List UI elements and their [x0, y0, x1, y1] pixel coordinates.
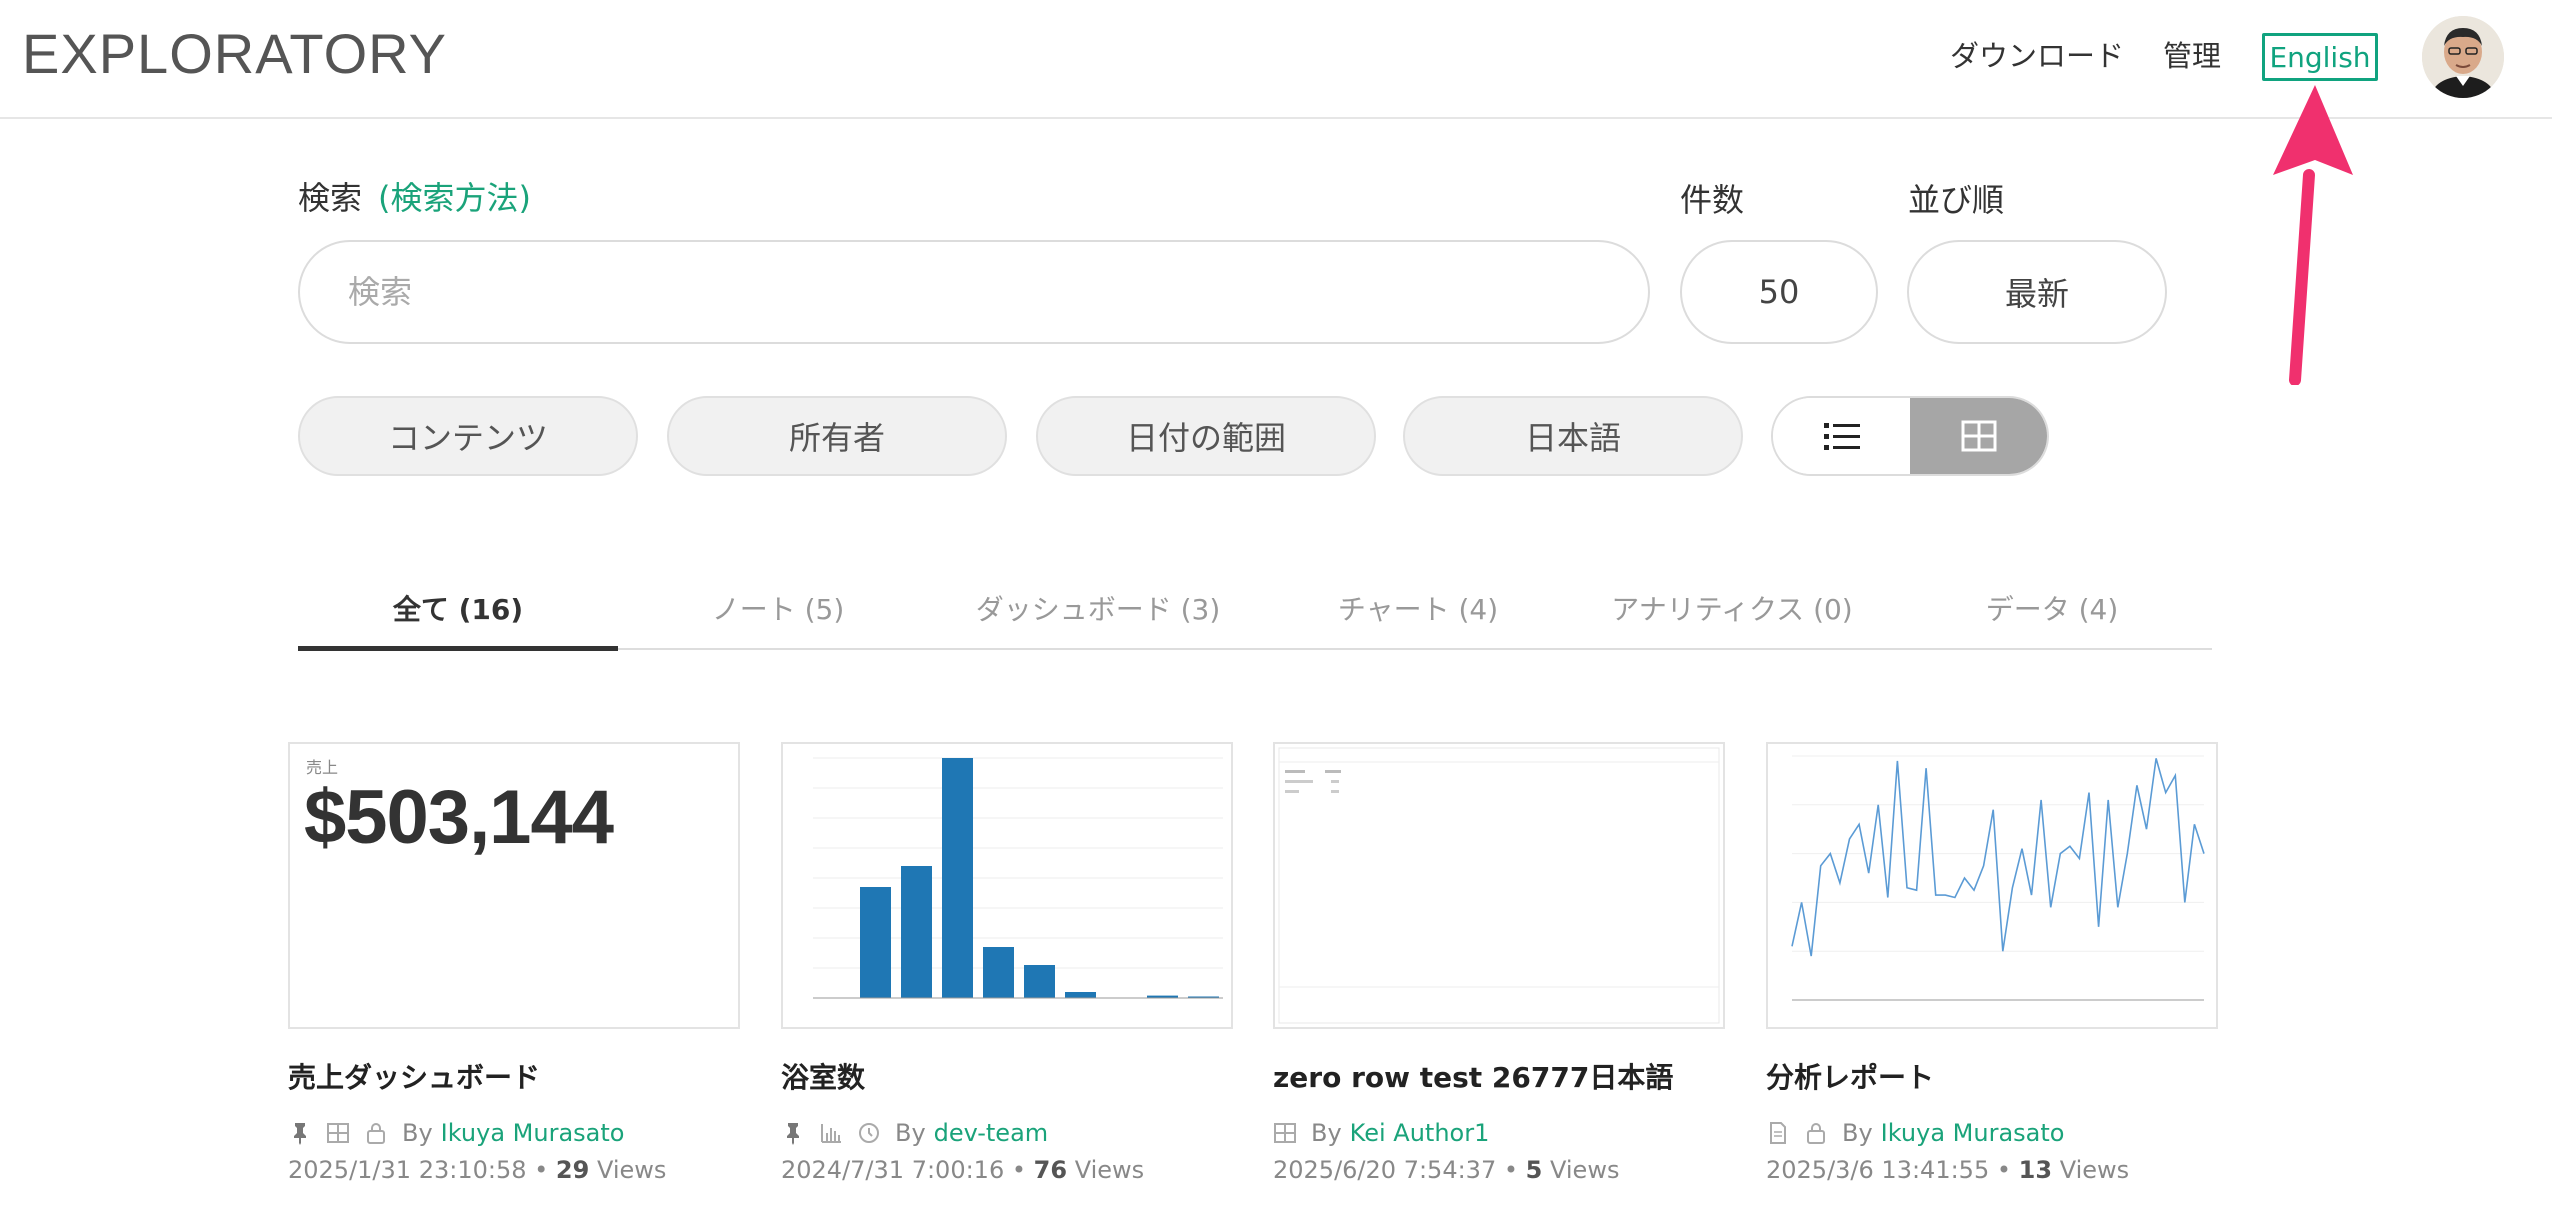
by-label: By [402, 1119, 433, 1147]
tab-dashboards[interactable]: ダッシュボード (3) [938, 588, 1258, 632]
annotation-arrow-icon [2273, 85, 2353, 385]
thumb-line-series [1791, 758, 2205, 957]
filter-language-label: 日本語 [1524, 419, 1621, 457]
list-view-button[interactable] [1773, 398, 1910, 474]
card-thumbnail[interactable]: 売上 $503,144 [288, 742, 740, 1029]
kpi-value: $503,144 [304, 775, 614, 860]
card-thumbnail[interactable] [781, 742, 1233, 1029]
views-count: 76 [1033, 1156, 1068, 1184]
search-help-link[interactable]: (検索方法) [378, 178, 531, 218]
views-label: Views [596, 1156, 667, 1184]
language-switch-button[interactable]: English [2262, 33, 2378, 81]
thumb-bar [901, 866, 932, 998]
card-date: 2025/1/31 23:10:58 [288, 1156, 527, 1184]
card-thumbnail[interactable] [1273, 742, 1725, 1029]
card-title[interactable]: zero row test 26777日本語 [1273, 1058, 1673, 1098]
clock-icon [859, 1123, 879, 1143]
list-icon [1823, 423, 1860, 450]
thumb-bar [1024, 965, 1055, 998]
grid-icon [327, 1123, 349, 1143]
card-stats: 2025/1/31 23:10:58 • 29 Views [288, 1154, 666, 1186]
tab-charts[interactable]: チャート (4) [1258, 588, 1578, 632]
by-label: By [1842, 1119, 1873, 1147]
pin-icon [294, 1123, 306, 1145]
thumb-bar [1065, 992, 1096, 998]
tab-notes[interactable]: ノート (5) [618, 588, 938, 632]
dot-separator: • [1503, 1156, 1526, 1184]
sort-value: 最新 [2004, 275, 2069, 313]
by-label: By [895, 1119, 926, 1147]
search-label: 検索 [298, 179, 363, 217]
filter-date-range-button[interactable]: 日付の範囲 [1036, 396, 1376, 476]
views-count: 29 [555, 1156, 590, 1184]
count-select[interactable]: 50 [1680, 240, 1878, 344]
nav-download-link[interactable]: ダウンロード [1950, 34, 2124, 78]
line-chart-thumbnail [1791, 755, 2205, 1001]
author-link[interactable]: Ikuya Murasato [1881, 1119, 2065, 1147]
dot-separator: • [1011, 1156, 1034, 1184]
filter-date-range-label: 日付の範囲 [1125, 419, 1286, 457]
views-label: Views [1074, 1156, 1145, 1184]
bar-chart-thumbnail [813, 757, 1223, 999]
document-icon [1770, 1122, 1786, 1144]
by-label: By [1311, 1119, 1342, 1147]
nav-admin-link[interactable]: 管理 [2163, 34, 2221, 78]
card-meta: By dev-team [781, 1116, 1048, 1150]
views-label: Views [1550, 1156, 1620, 1184]
dot-separator: • [534, 1156, 556, 1184]
grid-icon [1961, 420, 1996, 452]
app-logo[interactable]: EXPLORATORY [22, 24, 447, 84]
author-link[interactable]: dev-team [934, 1119, 1048, 1147]
top-header: EXPLORATORY ダウンロード 管理 English [0, 0, 2552, 119]
author-link[interactable]: Kei Author1 [1350, 1119, 1490, 1147]
card-meta: By Ikuya Murasato [1766, 1116, 2064, 1150]
empty-table-thumbnail [1278, 747, 1720, 1024]
grid-view-button[interactable] [1910, 398, 2047, 474]
user-avatar[interactable] [2422, 16, 2504, 98]
card-date: 2024/7/31 7:00:16 [781, 1156, 1005, 1184]
thumb-bar [942, 758, 973, 998]
card-title[interactable]: 売上ダッシュボード [288, 1058, 540, 1098]
filter-owner-label: 所有者 [788, 419, 885, 457]
active-tab-indicator [298, 646, 618, 651]
card-meta: By Ikuya Murasato [288, 1116, 624, 1150]
card-meta: By Kei Author1 [1273, 1116, 1489, 1150]
count-value: 50 [1758, 273, 1800, 311]
views-count: 13 [2018, 1156, 2053, 1184]
thumb-bar [983, 947, 1014, 998]
views-count: 5 [1525, 1156, 1543, 1184]
lock-icon [367, 1123, 385, 1144]
card-stats: 2024/7/31 7:00:16 • 76 Views [781, 1154, 1144, 1186]
search-input[interactable] [298, 240, 1650, 344]
card-date: 2025/3/6 13:41:55 [1766, 1156, 1990, 1184]
tab-all[interactable]: 全て (16) [298, 588, 618, 632]
card-stats: 2025/3/6 13:41:55 • 13 Views [1766, 1154, 2129, 1186]
sort-label: 並び順 [1908, 181, 2005, 219]
tab-data[interactable]: データ (4) [1892, 588, 2212, 632]
filter-owner-button[interactable]: 所有者 [667, 396, 1007, 476]
view-mode-toggle [1771, 396, 2049, 476]
count-label: 件数 [1680, 181, 1745, 219]
lock-icon [1807, 1123, 1825, 1144]
card-thumbnail[interactable] [1766, 742, 2218, 1029]
sort-select[interactable]: 最新 [1907, 240, 2167, 344]
tab-analytics[interactable]: アナリティクス (0) [1572, 588, 1892, 632]
card-title[interactable]: 分析レポート [1766, 1058, 1934, 1098]
dot-separator: • [1996, 1156, 2019, 1184]
card-date: 2025/6/20 7:54:37 [1273, 1156, 1497, 1184]
bar-chart-icon [821, 1124, 841, 1143]
filter-content-label: コンテンツ [387, 419, 548, 457]
filter-language-button[interactable]: 日本語 [1403, 396, 1743, 476]
author-link[interactable]: Ikuya Murasato [441, 1119, 625, 1147]
card-title[interactable]: 浴室数 [781, 1058, 865, 1098]
thumb-bar [860, 887, 891, 998]
card-stats: 2025/6/20 7:54:37 • 5 Views [1273, 1154, 1619, 1186]
filter-content-button[interactable]: コンテンツ [298, 396, 638, 476]
grid-icon [1274, 1123, 1296, 1143]
pin-icon [787, 1123, 799, 1145]
views-label: Views [2059, 1156, 2130, 1184]
